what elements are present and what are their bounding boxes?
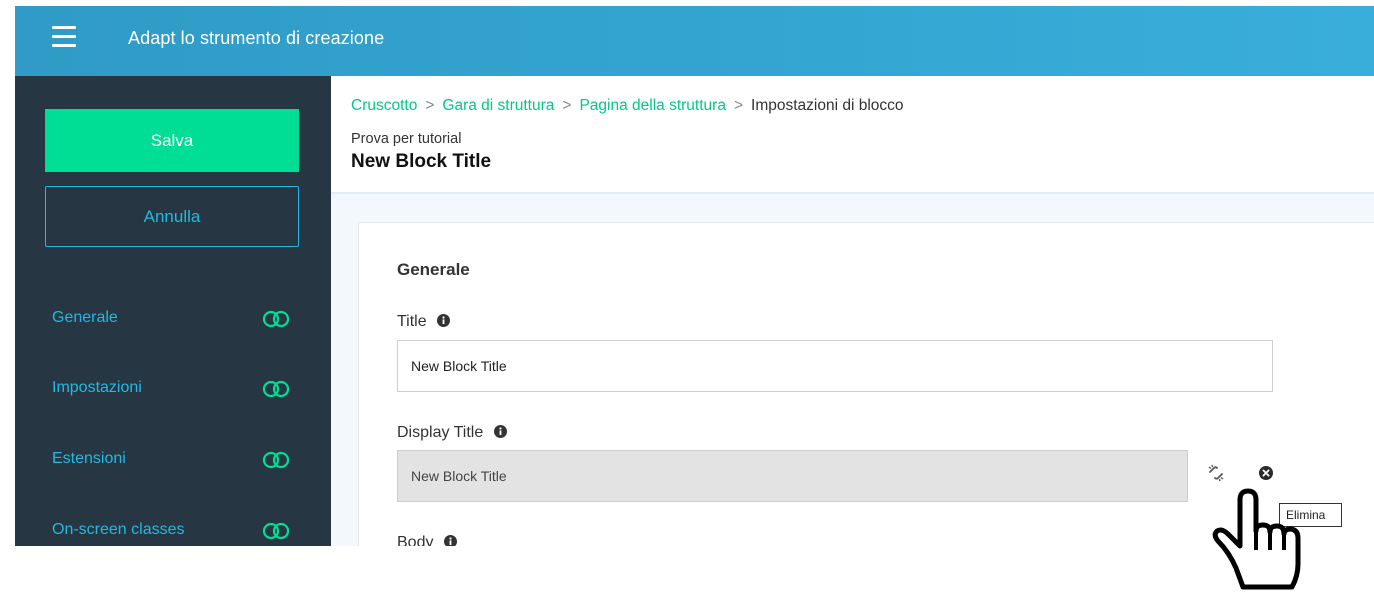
top-header: Adapt lo strumento di creazione [15, 6, 1374, 76]
title-label-text: Title [397, 313, 427, 330]
info-icon[interactable] [493, 425, 507, 438]
breadcrumb-separator: > [733, 97, 744, 114]
hamburger-menu-icon[interactable] [52, 26, 76, 47]
toggle-icon[interactable] [262, 522, 290, 540]
display-title-input[interactable] [397, 450, 1188, 502]
sidebar-item-label: On-screen classes [52, 521, 185, 538]
cancel-button[interactable]: Annulla [45, 186, 299, 247]
sidebar: Salva Annulla Generale Impostazioni Este… [15, 76, 331, 546]
toggle-icon[interactable] [262, 380, 290, 398]
title-field-label: Title [397, 313, 451, 331]
sidebar-item-label: Generale [52, 309, 118, 326]
breadcrumb-link-pagina-della-struttura[interactable]: Pagina della struttura [579, 97, 725, 114]
sidebar-item-label: Impostazioni [52, 379, 142, 396]
page-subtitle: Prova per tutorial [351, 131, 462, 147]
sidebar-item-on-screen-classes[interactable]: On-screen classes [52, 519, 290, 545]
breadcrumb: Cruscotto > Gara di struttura > Pagina della… [351, 97, 904, 115]
sidebar-item-generale[interactable]: Generale [52, 307, 290, 333]
save-button[interactable]: Salva [45, 109, 299, 172]
toggle-icon[interactable] [262, 310, 290, 328]
breadcrumb-separator: > [562, 97, 572, 114]
hand-pointer-icon [1212, 488, 1301, 590]
breadcrumb-link-gara-di-struttura[interactable]: Gara di struttura [442, 97, 554, 114]
breadcrumb-current: Impostazioni di blocco [751, 97, 904, 114]
sidebar-item-impostazioni[interactable]: Impostazioni [52, 377, 290, 403]
close-circle-icon[interactable] [1259, 466, 1273, 480]
app-title: Adapt lo strumento di creazione [128, 28, 385, 48]
toggle-icon[interactable] [262, 451, 290, 469]
breadcrumb-separator: > [425, 97, 435, 114]
display-title-field-label: Display Title [397, 424, 507, 442]
breadcrumb-link-cruscotto[interactable]: Cruscotto [351, 97, 417, 114]
unlink-icon[interactable] [1207, 464, 1225, 482]
page-margin [0, 546, 1374, 595]
display-title-label-text: Display Title [397, 424, 484, 441]
page-title: New Block Title [351, 151, 492, 172]
sidebar-item-label: Estensioni [52, 450, 126, 467]
info-icon[interactable] [437, 314, 451, 327]
sidebar-item-estensioni[interactable]: Estensioni [52, 448, 290, 474]
section-title: Generale [397, 260, 470, 279]
title-input[interactable] [397, 340, 1273, 392]
